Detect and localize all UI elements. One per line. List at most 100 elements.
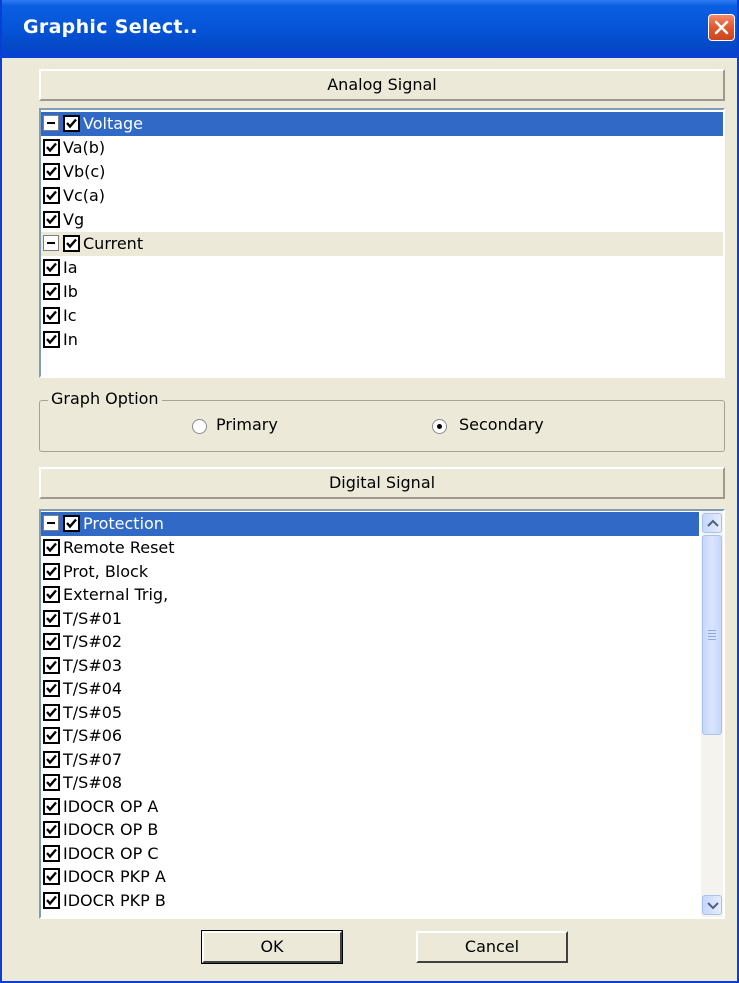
collapse-icon[interactable] bbox=[43, 515, 59, 531]
scroll-up-button[interactable] bbox=[702, 513, 722, 533]
digital-item[interactable]: T/S#08 bbox=[41, 771, 699, 795]
checkbox[interactable] bbox=[43, 656, 60, 674]
window-title: Graphic Select.. bbox=[23, 16, 198, 38]
cancel-button[interactable]: Cancel bbox=[416, 931, 568, 963]
checkmark-icon bbox=[46, 589, 57, 600]
primary-radio[interactable] bbox=[192, 419, 207, 434]
scroll-down-button[interactable] bbox=[702, 895, 722, 915]
analog-item[interactable]: Ic bbox=[41, 304, 723, 328]
digital-item[interactable]: Prot, Block bbox=[41, 560, 699, 584]
scroll-thumb[interactable] bbox=[702, 535, 722, 735]
secondary-radio-label[interactable]: Secondary bbox=[459, 415, 544, 434]
collapse-icon[interactable] bbox=[43, 115, 59, 131]
title-bar[interactable]: Graphic Select.. bbox=[2, 0, 737, 58]
analog-item[interactable]: Ib bbox=[41, 280, 723, 304]
checkbox[interactable] bbox=[43, 586, 60, 603]
checkmark-icon bbox=[46, 310, 57, 321]
digital-item[interactable]: T/S#07 bbox=[41, 748, 699, 772]
row-label: Remote Reset bbox=[63, 538, 175, 557]
checkbox[interactable] bbox=[43, 539, 60, 556]
analog-item[interactable]: Ia bbox=[41, 256, 723, 280]
checkbox[interactable] bbox=[43, 633, 60, 650]
checkmark-icon bbox=[46, 166, 57, 177]
digital-signal-tree[interactable]: Protection Remote Reset Prot, Block Externa… bbox=[39, 509, 725, 919]
row-label: Vg bbox=[63, 210, 85, 229]
analog-item[interactable]: Vc(a) bbox=[41, 184, 723, 208]
digital-item[interactable]: IDOCR OP B bbox=[41, 818, 699, 842]
checkmark-icon bbox=[66, 518, 77, 529]
row-label: Current bbox=[83, 234, 144, 253]
analog-item[interactable]: Vb(c) bbox=[41, 160, 723, 184]
row-label: IDOCR OP B bbox=[63, 820, 159, 839]
digital-item[interactable]: IDOCR PKP B bbox=[41, 889, 699, 913]
row-label: Vb(c) bbox=[63, 162, 106, 181]
checkmark-icon bbox=[66, 238, 77, 249]
checkbox[interactable] bbox=[43, 331, 60, 348]
checkbox[interactable] bbox=[43, 797, 60, 815]
checkmark-icon bbox=[46, 334, 57, 345]
checkbox[interactable] bbox=[43, 891, 60, 909]
digital-item[interactable]: T/S#02 bbox=[41, 630, 699, 654]
checkbox[interactable] bbox=[43, 562, 60, 580]
primary-radio-label[interactable]: Primary bbox=[216, 415, 278, 434]
digital-item[interactable]: T/S#06 bbox=[41, 724, 699, 748]
analog-item[interactable]: Va(b) bbox=[41, 136, 723, 160]
secondary-radio[interactable] bbox=[432, 419, 447, 434]
row-label: T/S#06 bbox=[63, 726, 123, 745]
analog-item[interactable]: In bbox=[41, 328, 723, 352]
row-label: Ib bbox=[63, 282, 78, 301]
digital-signal-header: Digital Signal bbox=[39, 467, 725, 499]
digital-item[interactable]: IDOCR PKP A bbox=[41, 865, 699, 889]
checkbox[interactable] bbox=[63, 235, 80, 252]
analog-group-current[interactable]: Current bbox=[41, 232, 723, 256]
checkbox[interactable] bbox=[43, 259, 60, 276]
checkbox[interactable] bbox=[43, 868, 60, 885]
collapse-icon[interactable] bbox=[43, 235, 59, 251]
digital-item[interactable]: IDOCR OP A bbox=[41, 795, 699, 819]
checkmark-icon bbox=[46, 542, 57, 553]
digital-item[interactable]: IDOCR OP C bbox=[41, 842, 699, 866]
row-label: IDOCR OP C bbox=[63, 843, 159, 863]
checkbox[interactable] bbox=[43, 307, 60, 324]
analog-item[interactable]: Vg bbox=[41, 208, 723, 232]
digital-item[interactable]: T/S#05 bbox=[41, 701, 699, 725]
checkbox[interactable] bbox=[43, 139, 60, 156]
row-label: Vc(a) bbox=[63, 186, 106, 205]
checkmark-icon bbox=[46, 566, 57, 576]
row-label: IDOCR OP A bbox=[63, 796, 159, 816]
digital-list-scrollbar[interactable] bbox=[701, 511, 723, 917]
chevron-up-icon bbox=[707, 519, 719, 527]
checkbox[interactable] bbox=[43, 609, 60, 627]
row-label: T/S#01 bbox=[63, 608, 123, 628]
checkmark-icon bbox=[46, 613, 57, 623]
checkbox[interactable] bbox=[43, 844, 60, 862]
checkmark-icon bbox=[66, 118, 77, 129]
digital-item[interactable]: T/S#04 bbox=[41, 677, 699, 701]
close-button[interactable] bbox=[708, 14, 735, 41]
checkmark-icon bbox=[46, 895, 57, 905]
checkmark-icon bbox=[46, 262, 57, 273]
digital-item[interactable]: T/S#01 bbox=[41, 607, 699, 631]
checkbox[interactable] bbox=[63, 515, 80, 532]
checkmark-icon bbox=[46, 286, 57, 297]
row-label: Ia bbox=[63, 258, 78, 277]
checkbox[interactable] bbox=[43, 283, 60, 300]
analog-signal-tree[interactable]: Voltage Va(b) Vb(c) Vc(a) Vg Current Ia Ib Ic In bbox=[39, 108, 725, 378]
checkbox[interactable] bbox=[43, 727, 60, 744]
analog-group-voltage[interactable]: Voltage bbox=[41, 112, 723, 136]
digital-item[interactable]: T/S#03 bbox=[41, 654, 699, 678]
checkbox[interactable] bbox=[43, 703, 60, 721]
checkbox[interactable] bbox=[43, 821, 60, 838]
ok-button[interactable]: OK bbox=[201, 930, 343, 964]
checkbox[interactable] bbox=[63, 115, 80, 132]
checkbox[interactable] bbox=[43, 750, 60, 768]
digital-item[interactable]: External Trig, bbox=[41, 583, 699, 607]
digital-item[interactable]: Remote Reset bbox=[41, 536, 699, 560]
checkbox[interactable] bbox=[43, 211, 60, 228]
checkbox[interactable] bbox=[43, 187, 60, 204]
row-label: Va(b) bbox=[63, 138, 106, 157]
checkbox[interactable] bbox=[43, 163, 60, 180]
digital-group-protection[interactable]: Protection bbox=[41, 512, 699, 536]
checkbox[interactable] bbox=[43, 680, 60, 697]
checkbox[interactable] bbox=[43, 774, 60, 791]
